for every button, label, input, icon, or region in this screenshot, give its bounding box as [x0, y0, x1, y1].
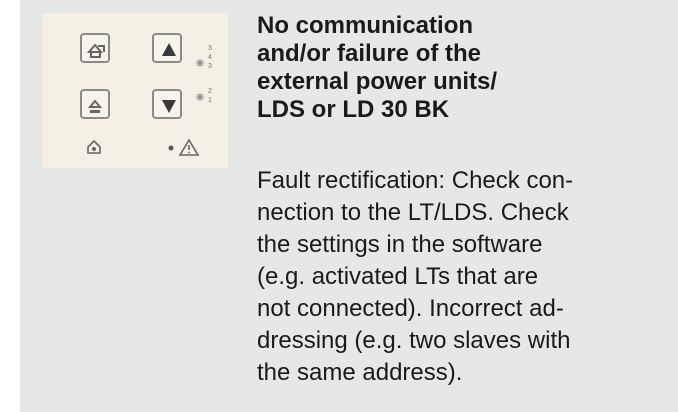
fault-rectification-text: Fault rectification: Check con- nection … [257, 165, 667, 389]
led-label: 3 [208, 63, 212, 70]
body-line: nection to the LT/LDS. Check [257, 199, 569, 226]
heading-line: LDS or LD 30 BK [257, 96, 450, 123]
device-panel-image: 3 4 3 2 1 [42, 13, 228, 168]
info-card: 3 4 3 2 1 No communication and/or failur… [20, 0, 678, 412]
heading-line: No communication [257, 12, 474, 39]
up-key [152, 33, 182, 63]
down-triangle-icon [162, 100, 176, 113]
led-label: 4 [208, 54, 212, 61]
body-line: Fault rectification: Check con- [257, 167, 574, 194]
down-key [152, 89, 182, 119]
led-indicators: 3 4 3 2 1 [196, 45, 212, 104]
eject-arrow-icon [87, 99, 103, 113]
led-label: 1 [208, 97, 212, 104]
led-label: 3 [208, 45, 212, 52]
up-triangle-icon [162, 43, 176, 56]
home-small-icon [87, 139, 101, 154]
heading-line: external power units/ [257, 68, 498, 95]
led-sparkle-icon [196, 59, 204, 67]
led-sparkle-icon [196, 93, 204, 101]
heading-line: and/or failure of the [257, 40, 482, 67]
body-line: (e.g. activated LTs that are [257, 263, 539, 290]
eject-key [80, 89, 110, 119]
led-label: 2 [208, 88, 212, 95]
body-line: the settings in the software [257, 231, 543, 258]
body-line: dressing (e.g. two slaves with [257, 327, 571, 354]
warning-triangle-icon [178, 138, 200, 156]
body-line: the same address). [257, 359, 463, 386]
dot-icon [168, 145, 174, 151]
home-key [80, 33, 110, 63]
home-arrow-icon [86, 43, 105, 58]
section-heading: No communication and/or failure of the e… [257, 12, 657, 124]
body-line: not connected). Incorrect ad- [257, 295, 564, 322]
